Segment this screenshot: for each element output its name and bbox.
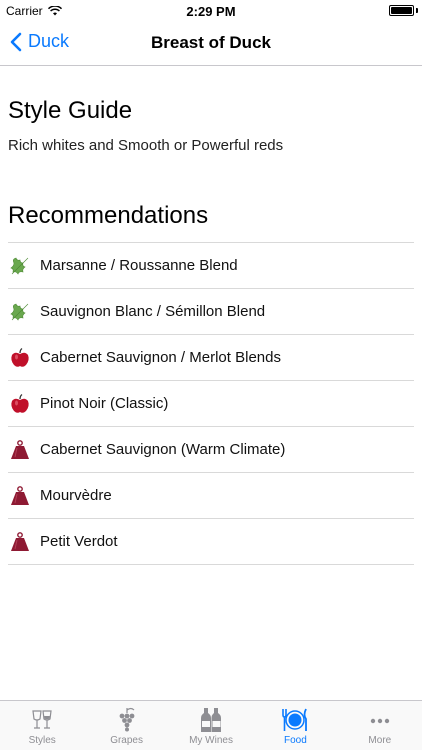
recommendation-label: Marsanne / Roussanne Blend (40, 257, 238, 274)
list-item[interactable]: Mourvèdre (8, 473, 414, 519)
list-item[interactable]: Pinot Noir (Classic) (8, 381, 414, 427)
recommendation-label: Cabernet Sauvignon / Merlot Blends (40, 349, 281, 366)
tab-label: Grapes (110, 735, 143, 746)
style-guide-heading: Style Guide (8, 97, 133, 124)
leaf-icon (9, 301, 31, 323)
list-item[interactable]: Cabernet Sauvignon / Merlot Blends (8, 335, 414, 381)
apple-icon (9, 393, 31, 415)
tab-label: Food (284, 735, 307, 746)
weight-icon (9, 531, 31, 553)
wine-glasses-icon (29, 707, 55, 733)
tab-grapes[interactable]: Grapes (84, 701, 168, 750)
tab-more[interactable]: More (338, 701, 422, 750)
battery-icon (389, 5, 414, 16)
apple-icon (9, 347, 31, 369)
weight-icon (9, 485, 31, 507)
list-item[interactable]: Marsanne / Roussanne Blend (8, 243, 414, 289)
status-bar: Carrier 2:29 PM (0, 0, 422, 22)
list-item[interactable]: Petit Verdot (8, 519, 414, 565)
tab-label: My Wines (189, 735, 233, 746)
battery-tip (416, 8, 418, 13)
grapes-icon (116, 707, 138, 733)
recommendation-label: Petit Verdot (40, 533, 118, 550)
recommendation-label: Sauvignon Blanc / Sémillon Blend (40, 303, 266, 320)
tab-label: More (368, 735, 392, 746)
weight-icon (9, 439, 31, 461)
tab-styles[interactable]: Styles (0, 701, 84, 750)
leaf-icon (9, 255, 31, 277)
recommendations-list: Marsanne / Roussanne Blend Sauvignon Bla… (8, 242, 414, 565)
more-dots-icon (369, 707, 391, 733)
list-item[interactable]: Sauvignon Blanc / Sémillon Blend (8, 289, 414, 335)
list-item[interactable]: Cabernet Sauvignon (Warm Climate) (8, 427, 414, 473)
style-guide-description: Rich whites and Smooth or Powerful reds (8, 137, 284, 154)
navigation-bar: Duck Breast of Duck (0, 20, 422, 66)
tab-bar: Styles Grapes My Wines Food More (0, 700, 422, 750)
recommendations-heading: Recommendations (8, 202, 209, 229)
plate-cutlery-icon (280, 707, 310, 733)
wine-bottles-icon (198, 707, 224, 733)
recommendation-label: Cabernet Sauvignon (Warm Climate) (40, 441, 286, 458)
tab-label: Styles (28, 735, 56, 746)
tab-my-wines[interactable]: My Wines (169, 701, 253, 750)
recommendation-label: Pinot Noir (Classic) (40, 395, 169, 412)
tab-food[interactable]: Food (253, 701, 337, 750)
recommendation-label: Mourvèdre (40, 487, 112, 504)
status-time: 2:29 PM (186, 4, 236, 19)
page-title: Breast of Duck (151, 33, 271, 52)
